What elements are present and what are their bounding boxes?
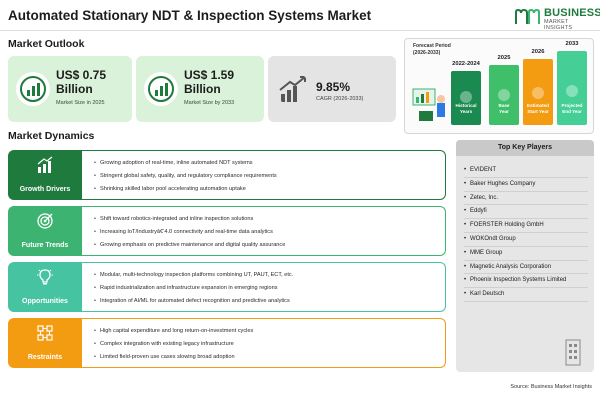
calendar-icon [498,89,510,101]
top-key-players-heading: Top Key Players [456,140,594,156]
market-size-2025-caption: Market Size in 2025 [56,100,105,106]
bar-estimated-start-year: Estimated Start Year [523,59,553,125]
market-dynamics-heading: Market Dynamics [8,130,95,142]
header-divider [0,30,600,31]
bar-base-text: Base Year [498,103,510,114]
bar-historical-years: Historical Years [451,71,481,125]
cagr-card: 9.85% CAGR (2026-2033) [268,56,396,122]
chart-circle-icon [144,72,178,106]
market-size-2025-value: US$ 0.75 Billion [56,68,107,96]
player-item: Karl Deutsch [464,288,588,302]
list-item: High capital expenditure and long return… [94,325,445,338]
restraints-tab: Restraints [8,318,82,368]
player-item: Magnetic Analysis Corporation [464,261,588,275]
player-item: Eddyfi [464,205,588,220]
market-size-2033-card: US$ 1.59 Billion Market Size by 2033 [136,56,264,122]
opportunities-tab: Opportunities [8,262,82,312]
clock-icon [460,91,472,103]
list-item: Rapid industrialization and infrastructu… [94,282,445,295]
list-item: Shift toward robotics-integrated and inl… [94,213,445,226]
warning-network-icon [37,325,53,341]
bar-year-historical: 2022-2024 [452,61,480,67]
growth-drivers-tab: Growth Drivers [8,150,82,200]
market-size-2033-value: US$ 1.59 Billion [184,68,235,96]
source-credit: Source: Business Market Insights [510,384,592,390]
list-item: Integration of AI/ML for automated defec… [94,295,445,308]
list-item: Limited field-proven use cases slowing b… [94,351,445,364]
chart-circle-icon [16,72,50,106]
future-trends-list: Shift toward robotics-integrated and inl… [82,206,446,256]
bar-year-estimated: 2026 [531,49,545,55]
trend-up-icon [279,76,306,102]
player-item: Baker Hughes Company [464,178,588,192]
list-item: Growing emphasis on predictive maintenan… [94,239,445,252]
bar-estimated-text: Estimated Start Year [527,103,549,114]
bar-projected-text: Projected End Year [561,103,583,114]
top-key-players-panel: Top Key Players EVIDENT Baker Hughes Com… [456,140,594,372]
bar-base-year: Base Year [489,65,519,125]
list-item: Modular, multi-technology inspection pla… [94,269,445,282]
list-item: Growing adoption of real-time, inline au… [94,157,445,170]
bar-year-base: 2025 [497,55,511,61]
calendar-icon [532,87,544,99]
forecast-period-panel: Forecast Period (2026-2033) 2022-2024 His… [404,38,594,134]
brand-logo: BUSINESS MARKET INSIGHTS [514,6,600,31]
bar-year-projected: 2033 [565,41,579,47]
player-item: Zetec, Inc. [464,192,588,206]
player-item: EVIDENT [464,164,588,178]
player-item: FOERSTER Holding GmbH [464,219,588,233]
page-title: Automated Stationary NDT & Inspection Sy… [8,8,372,23]
list-item: Stringent global safety, quality, and re… [94,170,445,183]
restraints-label: Restraints [27,354,63,361]
lightbulb-icon [37,269,53,285]
list-item: Shrinking skilled labor pool acceleratin… [94,183,445,196]
building-icon [565,339,581,366]
player-item: MME Group [464,247,588,261]
player-item: WOKOndt Group [464,233,588,247]
logo-mark-icon [515,8,540,24]
future-trends-tab: Future Trends [8,206,82,256]
logo-text-business: BUSINESS [544,7,600,19]
opportunities-list: Modular, multi-technology inspection pla… [82,262,446,312]
market-size-2025-card: US$ 0.75 Billion Market Size in 2025 [8,56,132,122]
future-trends-label: Future Trends [21,242,69,249]
growth-drivers-label: Growth Drivers [19,186,71,193]
cagr-caption: CAGR (2026-2033) [316,96,364,102]
restraints-list: High capital expenditure and long return… [82,318,446,368]
bar-projected-end-year: Projected End Year [557,51,587,125]
target-icon [37,213,53,229]
bar-historical-text: Historical Years [455,103,477,114]
growth-chart-icon [37,156,53,173]
monitor-icon [566,85,578,97]
cagr-value: 9.85% [316,80,351,94]
analyst-illustration-icon [412,88,445,121]
growth-drivers-list: Growing adoption of real-time, inline au… [82,150,446,200]
market-outlook-heading: Market Outlook [8,38,85,50]
opportunities-label: Opportunities [22,298,68,305]
market-size-2033-caption: Market Size by 2033 [184,100,235,106]
list-item: Complex integration with existing legacy… [94,338,445,351]
forecast-period-label: Forecast Period (2026-2033) [413,43,451,56]
player-item: Phoenix Inspection Systems Limited [464,274,588,289]
list-item: Increasing IoT/Industryâ€‘4.0 connectivi… [94,226,445,239]
